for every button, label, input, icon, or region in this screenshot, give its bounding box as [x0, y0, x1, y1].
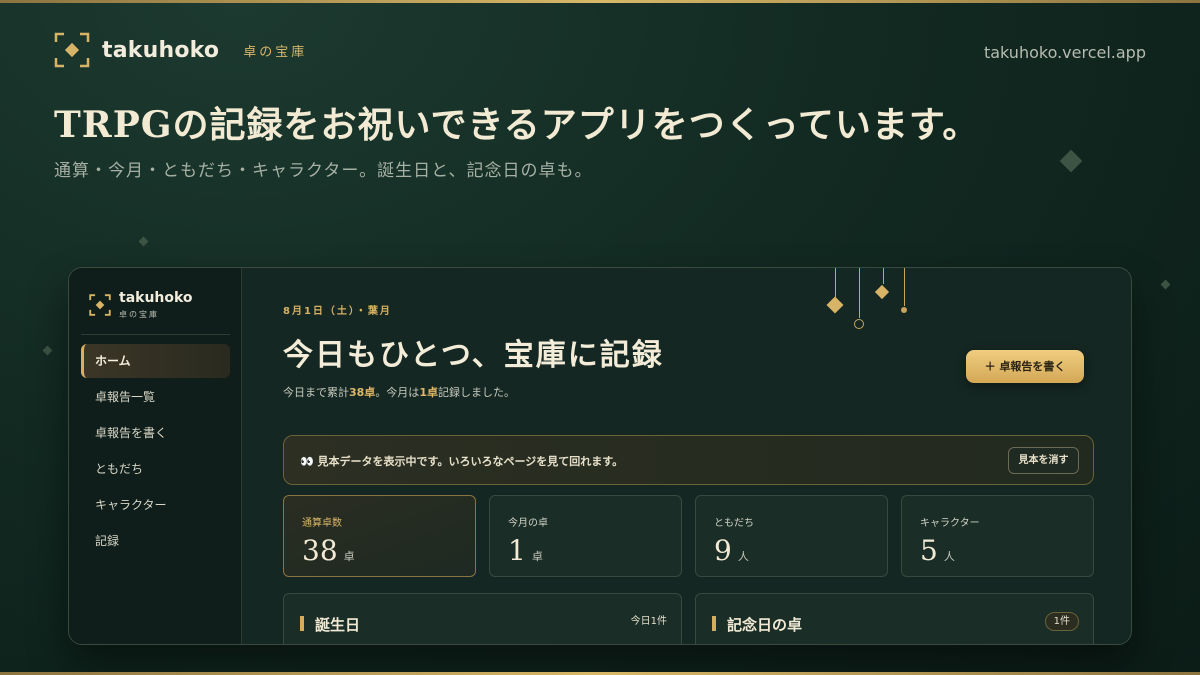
sidebar-divider [81, 334, 230, 335]
birthday-panel: 誕生日 今日1件 [283, 593, 682, 644]
panel-accent-bar [712, 616, 716, 631]
stat-card-total[interactable]: 通算卓数 38 卓 [283, 495, 476, 577]
sparkle-icon [42, 345, 53, 356]
summary-month: 1卓 [419, 386, 438, 399]
write-report-button[interactable]: ＋ 卓報告を書く [966, 350, 1084, 383]
stat-unit: 卓 [531, 550, 543, 563]
sparkle-icon [1059, 149, 1083, 173]
sidebar-item-characters[interactable]: キャラクター [81, 488, 230, 522]
sidebar-brand-name: takuhoko [119, 290, 193, 306]
stat-value: 5人 [920, 534, 955, 567]
stat-card-characters[interactable]: キャラクター 5人 [901, 495, 1094, 577]
stat-unit: 人 [737, 550, 749, 563]
logo-icon [54, 32, 90, 68]
sidebar-item-home[interactable]: ホーム [81, 344, 230, 378]
diamond-icon [826, 296, 844, 314]
stat-value: 38 卓 [302, 534, 355, 567]
stat-card-friends[interactable]: ともだち 9人 [695, 495, 888, 577]
top-border [0, 0, 1200, 3]
summary-prefix: 今日まで累計 [283, 386, 349, 399]
site-url: takuhoko.vercel.app [983, 43, 1146, 62]
sidebar-brand-subtitle: 卓の宝庫 [119, 310, 159, 319]
sample-data-notice: 👀 見本データを表示中です。いろいろなページを見て回れます。 見本を消す [283, 435, 1094, 485]
main-summary: 今日まで累計38卓。今月は1卓記録しました。 [283, 384, 515, 400]
logo-icon [89, 294, 111, 316]
stat-label: ともだち [714, 518, 754, 529]
summary-suffix: 記録しました。 [437, 386, 515, 399]
panel-accent-bar [300, 616, 304, 631]
page-headline: TRPGの記録をお祝いできるアプリをつくっています。 [54, 104, 980, 146]
stat-label: 今月の卓 [508, 518, 548, 529]
summary-total: 38卓 [349, 386, 376, 399]
clear-sample-button[interactable]: 見本を消す [1008, 447, 1079, 474]
notice-text-row: 👀 見本データを表示中です。いろいろなページを見て回れます。 [300, 453, 623, 469]
sidebar-brand: takuhoko 卓の宝庫 [89, 290, 193, 320]
main-content: 8月1日（土）・葉月 今日もひとつ、宝庫に記録 今日まで累計38卓。今月は1卓記… [243, 268, 1131, 644]
brand-subtitle: 卓の宝庫 [243, 44, 308, 60]
panel-count-badge: 1件 [1044, 612, 1079, 631]
panel-title: 誕生日 [315, 616, 361, 634]
sidebar-item-write-report[interactable]: 卓報告を書く [81, 416, 230, 450]
panel-title: 記念日の卓 [727, 616, 803, 634]
sidebar-item-records[interactable]: 記録 [81, 524, 230, 558]
stat-value: 9人 [714, 534, 749, 567]
stat-label: キャラクター [920, 518, 980, 529]
brand-name: takuhoko [102, 37, 220, 63]
ring-icon [854, 319, 864, 329]
summary-middle: 。今月は [375, 386, 420, 399]
eyes-icon: 👀 [300, 455, 314, 468]
page-subline: 通算・今月・ともだち・キャラクター。誕生日と、記念日の卓も。 [54, 161, 593, 181]
stat-card-month[interactable]: 今月の卓 1卓 [489, 495, 682, 577]
dot-icon [901, 307, 907, 313]
stat-unit: 卓 [343, 550, 355, 563]
stat-value: 1卓 [508, 534, 543, 567]
diamond-icon [874, 284, 890, 300]
stat-label: 通算卓数 [302, 518, 342, 529]
anniversary-panel: 記念日の卓 1件 [695, 593, 1094, 644]
brand: takuhoko 卓の宝庫 [54, 32, 307, 68]
sidebar-nav: ホーム 卓報告一覧 卓報告を書く ともだち キャラクター 記録 [81, 344, 230, 560]
date-line: 8月1日（土）・葉月 [283, 306, 392, 317]
notice-text: 見本データを表示中です。いろいろなページを見て回れます。 [317, 455, 624, 468]
sidebar-item-report-list[interactable]: 卓報告一覧 [81, 380, 230, 414]
sparkle-icon [1160, 279, 1171, 290]
sparkle-icon [138, 236, 149, 247]
stat-unit: 人 [943, 550, 955, 563]
sidebar: takuhoko 卓の宝庫 ホーム 卓報告一覧 卓報告を書く ともだち キャラク… [69, 268, 242, 644]
sidebar-item-friends[interactable]: ともだち [81, 452, 230, 486]
main-title: 今日もひとつ、宝庫に記録 [283, 338, 664, 373]
app-preview: takuhoko 卓の宝庫 ホーム 卓報告一覧 卓報告を書く ともだち キャラク… [68, 267, 1132, 645]
panel-count: 今日1件 [630, 616, 667, 627]
